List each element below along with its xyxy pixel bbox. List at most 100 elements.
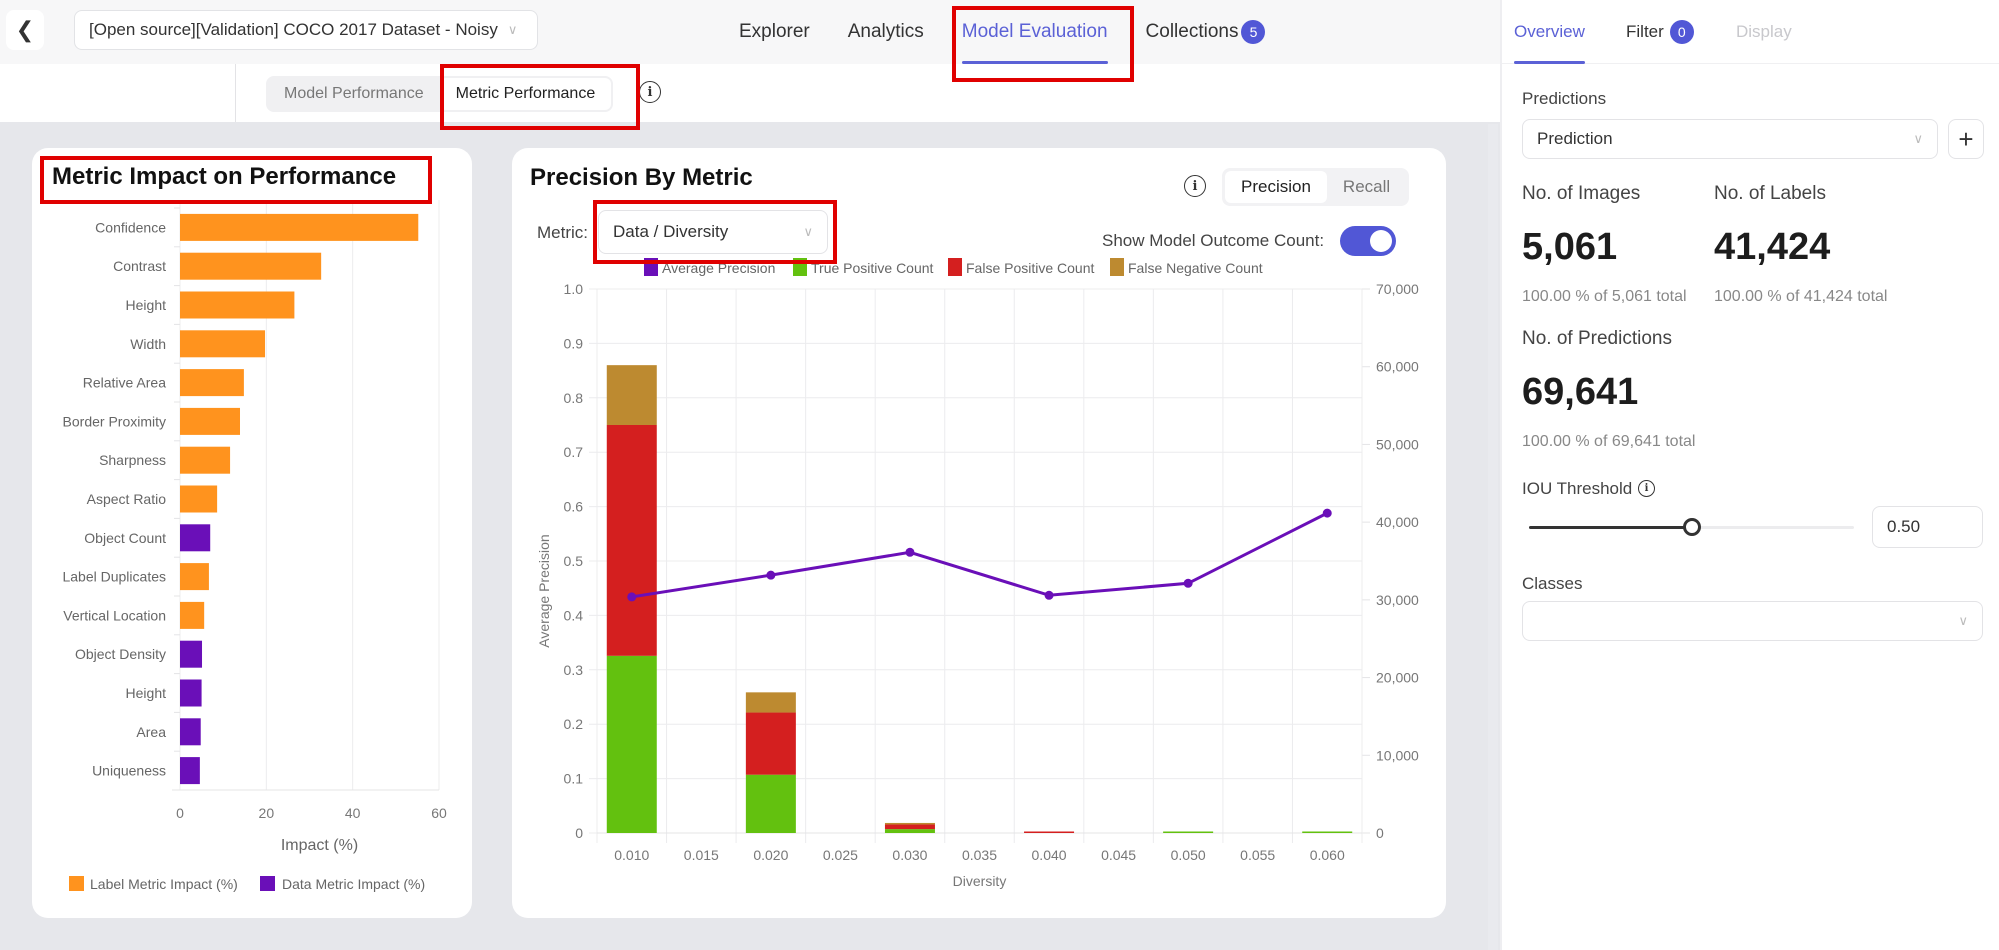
y2-tick-label: 70,000 <box>1376 281 1419 297</box>
y-tick-label: Border Proximity <box>63 413 166 429</box>
slider-fill <box>1529 526 1692 529</box>
x-tick-label: 60 <box>431 805 447 821</box>
y-tick-label: 0.5 <box>564 553 584 569</box>
iou-threshold-slider[interactable] <box>1529 518 1854 536</box>
true-positive-bar <box>745 774 796 833</box>
predictions-label: Predictions <box>1522 89 1607 108</box>
add-prediction-button[interactable]: + <box>1948 119 1984 159</box>
y-axis-title: Average Precision <box>536 534 552 647</box>
predictions-count-label: No. of Predictions <box>1522 328 1672 349</box>
images-count-label: No. of Images <box>1522 183 1641 204</box>
y-tick-label: 0.7 <box>564 444 584 460</box>
legend-swatch-label-metric <box>69 876 84 891</box>
y-tick-label: 0.3 <box>564 662 584 678</box>
y-tick-label: Label Duplicates <box>62 569 166 585</box>
tab-explorer[interactable]: Explorer <box>720 0 829 64</box>
false-positive-bar <box>884 824 935 830</box>
back-button[interactable]: ❮ <box>6 10 44 50</box>
chevron-down-icon: ∨ <box>507 22 518 37</box>
true-positive-bar <box>1302 831 1353 833</box>
labels-count-subtext: 100.00 % of 41,424 total <box>1714 288 1888 305</box>
average-precision-point <box>905 547 915 557</box>
metric-impact-card: Metric Impact on Performance 0 20 40 60 Conf… <box>32 148 472 918</box>
bar-contrast <box>180 252 322 280</box>
false-negative-bar <box>745 692 796 713</box>
predictions-count-value: 69,641 <box>1522 371 1639 413</box>
model-performance-tab[interactable]: Model Performance <box>268 78 440 110</box>
y-tick-label: 0.9 <box>564 335 584 351</box>
tab-label: Collections <box>1145 21 1239 42</box>
precision-by-metric-chart: Average Precision True Positive Count Fals… <box>536 258 1419 889</box>
bar-height <box>180 679 202 707</box>
y2-tick-label: 0 <box>1376 825 1384 841</box>
sidebar-tab-display[interactable]: Display <box>1736 0 1792 64</box>
x-tick-label: 20 <box>259 805 275 821</box>
false-positive-bar <box>745 712 796 775</box>
sidebar-tab-overview[interactable]: Overview <box>1514 0 1585 64</box>
iou-threshold-input[interactable] <box>1872 506 1983 548</box>
classes-selector[interactable]: ∨ <box>1522 601 1983 641</box>
tab-label: Model Evaluation <box>961 21 1108 42</box>
false-negative-bar <box>884 822 935 825</box>
collections-count-badge: 5 <box>1241 20 1266 44</box>
chevron-down-icon: ∨ <box>1913 131 1923 146</box>
y-tick-label: Uniqueness <box>92 763 166 779</box>
sidebar-tab-filter[interactable]: Filter 0 <box>1626 0 1694 64</box>
precision-by-metric-card: Precision By Metric i Precision Recall M… <box>512 148 1446 918</box>
average-precision-point <box>627 592 637 602</box>
bar-uniqueness <box>180 757 200 785</box>
bar-sharpness <box>180 446 231 474</box>
true-positive-bar <box>884 829 935 833</box>
legend-label: Data Metric Impact (%) <box>282 876 425 892</box>
x-axis-title: Impact (%) <box>281 837 358 854</box>
y-tick-label: Vertical Location <box>63 607 166 623</box>
bar-aspect-ratio <box>180 485 218 513</box>
predictions-selector[interactable]: Prediction ∨ <box>1522 119 1938 159</box>
average-precision-point <box>1183 578 1193 588</box>
average-precision-point <box>766 570 776 580</box>
labels-count-label: No. of Labels <box>1714 183 1826 204</box>
average-precision-point <box>1322 508 1332 518</box>
legend-swatch <box>644 258 658 276</box>
info-icon[interactable]: i <box>639 81 661 103</box>
labels-count-value: 41,424 <box>1714 226 1831 268</box>
plus-icon: + <box>1958 123 1974 154</box>
bar-border-proximity <box>180 407 241 435</box>
y-tick-label: Height <box>126 297 167 313</box>
x-tick-label: 0.030 <box>892 847 927 863</box>
tab-analytics[interactable]: Analytics <box>829 0 943 64</box>
slider-thumb[interactable] <box>1682 518 1701 536</box>
bar-vertical-location <box>180 601 205 629</box>
tab-collections[interactable]: Collections 5 <box>1127 0 1285 64</box>
sidebar-tabs: Overview Filter 0 Display <box>1502 0 1999 64</box>
legend-label: False Negative Count <box>1128 260 1263 276</box>
x-tick-label: 0 <box>176 805 184 821</box>
scrollbar[interactable] <box>1488 124 1498 950</box>
y-tick-label: 1.0 <box>564 281 584 297</box>
bar-object-count <box>180 524 211 552</box>
tab-model-evaluation[interactable]: Model Evaluation <box>943 0 1127 64</box>
y2-tick-label: 60,000 <box>1376 359 1419 375</box>
y2-tick-label: 40,000 <box>1376 514 1419 530</box>
legend-label: Average Precision <box>662 260 775 276</box>
false-negative-bar <box>606 365 657 425</box>
y2-tick-label: 10,000 <box>1376 747 1419 763</box>
false-positive-bar <box>606 425 657 656</box>
x-tick-label: 0.045 <box>1101 847 1136 863</box>
dataset-selector[interactable]: [Open source][Validation] COCO 2017 Data… <box>74 10 538 50</box>
y-tick-label: Confidence <box>95 219 166 235</box>
legend-swatch <box>948 258 962 276</box>
legend-swatch-data-metric <box>260 876 275 891</box>
y2-tick-label: 30,000 <box>1376 592 1419 608</box>
x-tick-label: 0.055 <box>1240 847 1275 863</box>
predictions-count-subtext: 100.00 % of 69,641 total <box>1522 433 1696 450</box>
true-positive-bar <box>1163 831 1214 833</box>
metric-performance-tab[interactable]: Metric Performance <box>439 78 612 110</box>
x-tick-label: 0.060 <box>1310 847 1345 863</box>
main-tabs: Explorer Analytics Model Evaluation Coll… <box>720 0 1284 64</box>
dataset-name: [Open source][Validation] COCO 2017 Data… <box>89 20 498 39</box>
info-icon[interactable]: i <box>1638 480 1655 497</box>
tab-label: Filter <box>1626 22 1664 41</box>
y2-tick-label: 20,000 <box>1376 670 1419 686</box>
y-tick-label: 0.4 <box>564 607 584 623</box>
